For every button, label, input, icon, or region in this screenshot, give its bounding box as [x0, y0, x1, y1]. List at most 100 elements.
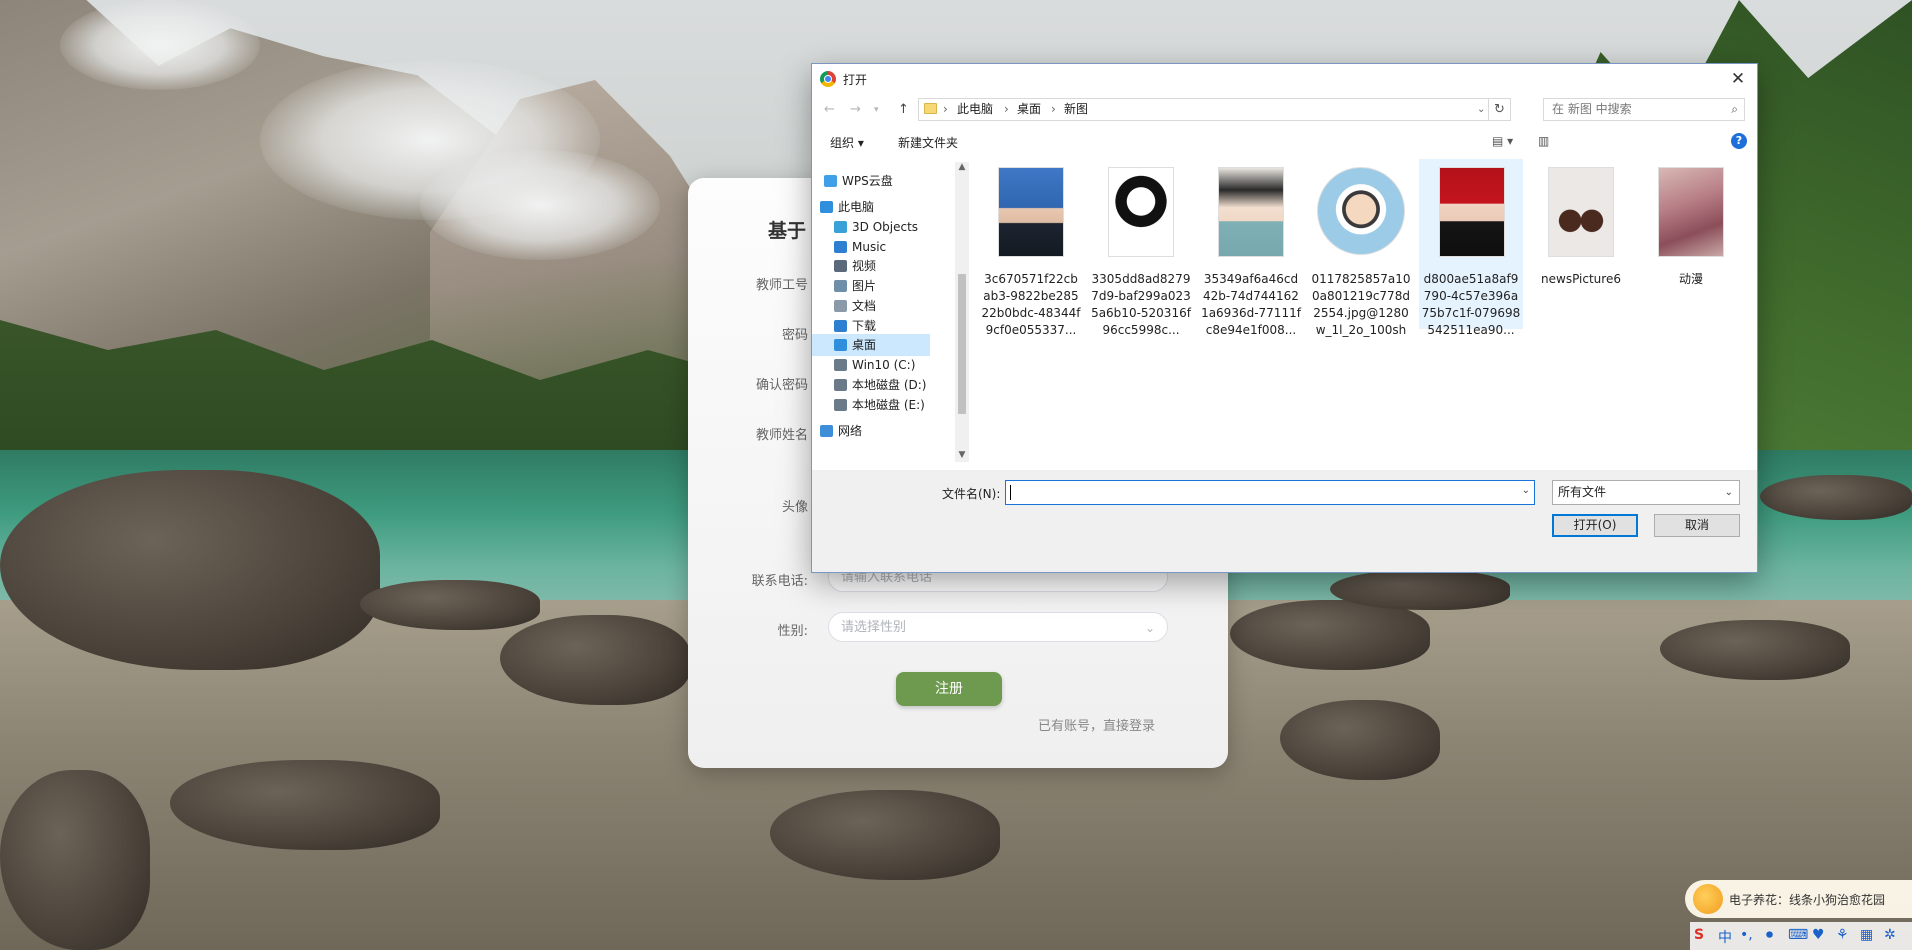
- punctuation-icon[interactable]: •,: [1740, 927, 1753, 943]
- file-thumbnail: [1439, 167, 1505, 257]
- file-item[interactable]: newsPicture6: [1529, 159, 1633, 329]
- nav-scrollbar[interactable]: ▲ ▼: [955, 162, 969, 462]
- file-grid: 3c670571f22cbab3-9822be28522b0bdc-48344f…: [977, 159, 1747, 469]
- system-tray: S 中 •, ⏺ ⌨ ♥ ⚘ ▦ ✲: [1690, 922, 1912, 950]
- chevron-down-icon: ⌄: [1144, 621, 1155, 635]
- file-item[interactable]: 3305dd8ad82797d9-baf299a0235a6b10-520316…: [1089, 159, 1193, 337]
- skin-icon[interactable]: ♥: [1812, 927, 1825, 943]
- nav-item-label: 桌面: [852, 338, 877, 352]
- search-input[interactable]: 在 新图 中搜索 ⌕: [1543, 98, 1745, 121]
- nav-item-label: 本地磁盘 (E:): [852, 398, 925, 412]
- recent-chevron-icon[interactable]: ▾: [874, 105, 879, 115]
- filename-input[interactable]: ⌄: [1005, 480, 1535, 505]
- nav-item[interactable]: 本地磁盘 (D:): [812, 374, 930, 396]
- avatar-label: 头像: [781, 500, 808, 515]
- dialog-toolbar: 组织 ▾ 新建文件夹 ▤ ▾ ▥ ?: [812, 130, 1757, 154]
- computer-icon: [820, 201, 833, 213]
- nav-item[interactable]: 网络: [812, 420, 930, 442]
- breadcrumb-desktop[interactable]: 桌面: [1017, 99, 1041, 120]
- nav-item[interactable]: 此电脑: [812, 196, 930, 218]
- chrome-icon: [820, 71, 836, 87]
- download-icon: [834, 320, 847, 332]
- file-name: 35349af6a46cd42b-74d7441621a6936d-77111f…: [1201, 272, 1301, 337]
- nav-item-label: WPS云盘: [842, 174, 893, 188]
- file-name: newsPicture6: [1541, 272, 1621, 286]
- scroll-up-icon[interactable]: ▲: [955, 162, 969, 172]
- microphone-icon[interactable]: ⏺: [1766, 927, 1773, 943]
- nav-item[interactable]: Win10 (C:): [812, 354, 930, 376]
- file-name: d800ae51a8af9790-4c57e396a75b7c1f-079698…: [1421, 272, 1521, 337]
- scroll-down-icon[interactable]: ▼: [955, 450, 969, 460]
- gender-placeholder: 请选择性别: [841, 620, 907, 635]
- nav-item[interactable]: 3D Objects: [812, 216, 930, 238]
- nav-item[interactable]: WPS云盘: [812, 170, 930, 192]
- toolbox-icon[interactable]: ▦: [1860, 927, 1873, 943]
- nav-item-label: Win10 (C:): [852, 358, 916, 372]
- ime-mode[interactable]: 中: [1718, 927, 1732, 947]
- breadcrumb-separator: ›: [1004, 102, 1009, 116]
- view-options-icon[interactable]: ▤ ▾: [1492, 134, 1513, 148]
- file-item[interactable]: 0117825857a100a801219c778d2554.jpg@1280w…: [1309, 159, 1413, 337]
- navigation-bar: ← → ▾ ↑ › 此电脑 › 桌面 › 新图 ⌄ ↻ 在 新图 中搜索 ⌕: [812, 94, 1757, 126]
- nav-item[interactable]: 本地磁盘 (E:): [812, 394, 930, 416]
- game-icon[interactable]: ⚘: [1836, 927, 1849, 943]
- organize-button[interactable]: 组织 ▾: [830, 134, 864, 151]
- sogou-icon[interactable]: S: [1694, 927, 1704, 943]
- cancel-button[interactable]: 取消: [1654, 514, 1740, 537]
- open-button[interactable]: 打开(O): [1552, 514, 1638, 537]
- network-icon: [820, 425, 833, 437]
- teacher-name-label: 教师姓名: [755, 428, 808, 443]
- drive-c-icon: [834, 359, 847, 371]
- folder-icon: [924, 103, 937, 114]
- settings-icon[interactable]: ✲: [1884, 927, 1896, 943]
- address-bar[interactable]: › 此电脑 › 桌面 › 新图 ⌄: [918, 98, 1489, 121]
- file-item[interactable]: 动漫: [1639, 159, 1743, 329]
- scrollbar-thumb[interactable]: [958, 274, 966, 414]
- file-item[interactable]: 35349af6a46cd42b-74d7441621a6936d-77111f…: [1199, 159, 1303, 337]
- help-icon[interactable]: ?: [1731, 133, 1747, 149]
- gender-select[interactable]: 请选择性别 ⌄: [828, 612, 1168, 642]
- nav-item-label: 视频: [852, 259, 877, 273]
- file-item[interactable]: 3c670571f22cbab3-9822be28522b0bdc-48344f…: [979, 159, 1083, 337]
- nav-item[interactable]: 图片: [812, 275, 930, 297]
- confirm-password-label: 确认密码: [755, 378, 808, 393]
- cube-icon: [834, 221, 847, 233]
- nav-item-label: 网络: [838, 424, 863, 438]
- nav-item[interactable]: 桌面: [812, 334, 930, 356]
- back-arrow-icon[interactable]: ←: [824, 102, 835, 117]
- new-folder-button[interactable]: 新建文件夹: [898, 134, 958, 151]
- nav-item-label: 此电脑: [838, 200, 875, 214]
- phone-label: 联系电话:: [751, 574, 808, 589]
- filetype-select[interactable]: 所有文件 ⌄: [1552, 480, 1740, 505]
- file-item[interactable]: d800ae51a8af9790-4c57e396a75b7c1f-079698…: [1419, 159, 1523, 337]
- teacher-id-label: 教师工号: [755, 278, 808, 293]
- file-name: 3305dd8ad82797d9-baf299a0235a6b10-520316…: [1091, 272, 1191, 337]
- refresh-icon[interactable]: ↻: [1489, 98, 1511, 121]
- drive-e-icon: [834, 399, 847, 411]
- nav-item-label: 图片: [852, 279, 877, 293]
- notification-toast[interactable]: 电子养花：线条小狗治愈花园: [1685, 880, 1912, 918]
- forward-arrow-icon[interactable]: →: [850, 102, 861, 117]
- breadcrumb-this-pc[interactable]: 此电脑: [957, 99, 993, 120]
- notification-text: 电子养花：线条小狗治愈花园: [1729, 893, 1886, 907]
- file-name: 0117825857a100a801219c778d2554.jpg@1280w…: [1311, 272, 1411, 337]
- text-caret: [1010, 485, 1011, 500]
- file-thumbnail: [998, 167, 1064, 257]
- search-icon: ⌕: [1731, 102, 1738, 116]
- preview-pane-icon[interactable]: ▥: [1538, 134, 1549, 148]
- close-icon[interactable]: ✕: [1723, 64, 1753, 94]
- login-link[interactable]: 已有账号，直接登录: [1038, 715, 1155, 734]
- breadcrumb-new-images[interactable]: 新图: [1064, 99, 1088, 120]
- address-dropdown-icon[interactable]: ⌄: [1477, 99, 1485, 120]
- file-thumbnail: [1108, 167, 1174, 257]
- nav-item-label: 本地磁盘 (D:): [852, 378, 927, 392]
- nav-item[interactable]: 文档: [812, 295, 930, 317]
- nav-item-label: 3D Objects: [852, 220, 919, 234]
- chevron-down-icon[interactable]: ⌄: [1522, 485, 1530, 496]
- register-button[interactable]: 注册: [896, 672, 1002, 706]
- up-arrow-icon[interactable]: ↑: [898, 102, 909, 117]
- nav-item[interactable]: 视频: [812, 255, 930, 277]
- password-label: 密码: [781, 328, 808, 343]
- file-thumbnail: [1658, 167, 1724, 257]
- keyboard-icon[interactable]: ⌨: [1788, 927, 1808, 943]
